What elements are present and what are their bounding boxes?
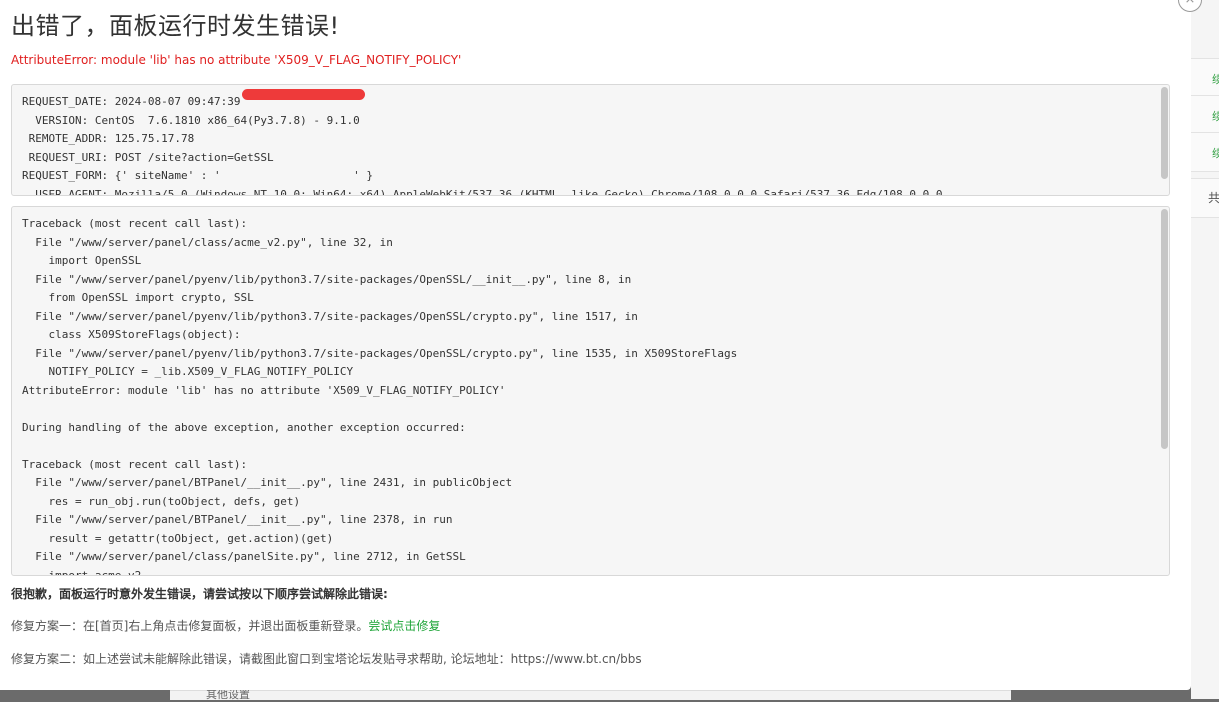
background-page: 续 续 续 共 <box>1191 0 1219 699</box>
apology-text: 很抱歉，面板运行时意外发生错误，请尝试按以下顺序尝试解除此错误: <box>11 587 388 601</box>
error-message: AttributeError: module 'lib' has no attr… <box>11 53 462 67</box>
traceback-scrollbar[interactable] <box>1161 209 1168 449</box>
background-row-label: 续 <box>1212 73 1219 86</box>
request-info-scrollbar[interactable] <box>1161 87 1168 179</box>
redaction-mark <box>242 89 365 100</box>
try-repair-link[interactable]: 尝试点击修复 <box>368 619 440 633</box>
background-row: 续 <box>1191 132 1219 172</box>
fix-option-one: 修复方案一：在[首页]右上角点击修复面板，并退出面板重新登录。尝试点击修复 <box>11 617 440 634</box>
traceback-text: Traceback (most recent call last): File … <box>22 217 738 576</box>
background-row-label: 续 <box>1212 110 1219 123</box>
error-dialog: 出错了，面板运行时发生错误! AttributeError: module 'l… <box>0 0 1191 690</box>
background-row: 共 <box>1191 178 1219 218</box>
request-info-text: REQUEST_DATE: 2024-08-07 09:47:39 VERSIO… <box>22 95 943 196</box>
fix-option-two: 修复方案二：如上述尝试未能解除此错误，请截图此窗口到宝塔论坛发贴寻求帮助, 论坛… <box>11 652 642 666</box>
background-row-label: 续 <box>1212 147 1219 160</box>
request-info-box[interactable]: REQUEST_DATE: 2024-08-07 09:47:39 VERSIO… <box>11 84 1170 196</box>
traceback-box[interactable]: Traceback (most recent call last): File … <box>11 206 1170 576</box>
dialog-title: 出错了，面板运行时发生错误! <box>11 12 340 40</box>
background-row: 续 <box>1191 58 1219 98</box>
background-row-label: 共 <box>1208 191 1219 205</box>
background-row: 续 <box>1191 95 1219 135</box>
fix-option-one-text: 修复方案一：在[首页]右上角点击修复面板，并退出面板重新登录。 <box>11 619 369 633</box>
